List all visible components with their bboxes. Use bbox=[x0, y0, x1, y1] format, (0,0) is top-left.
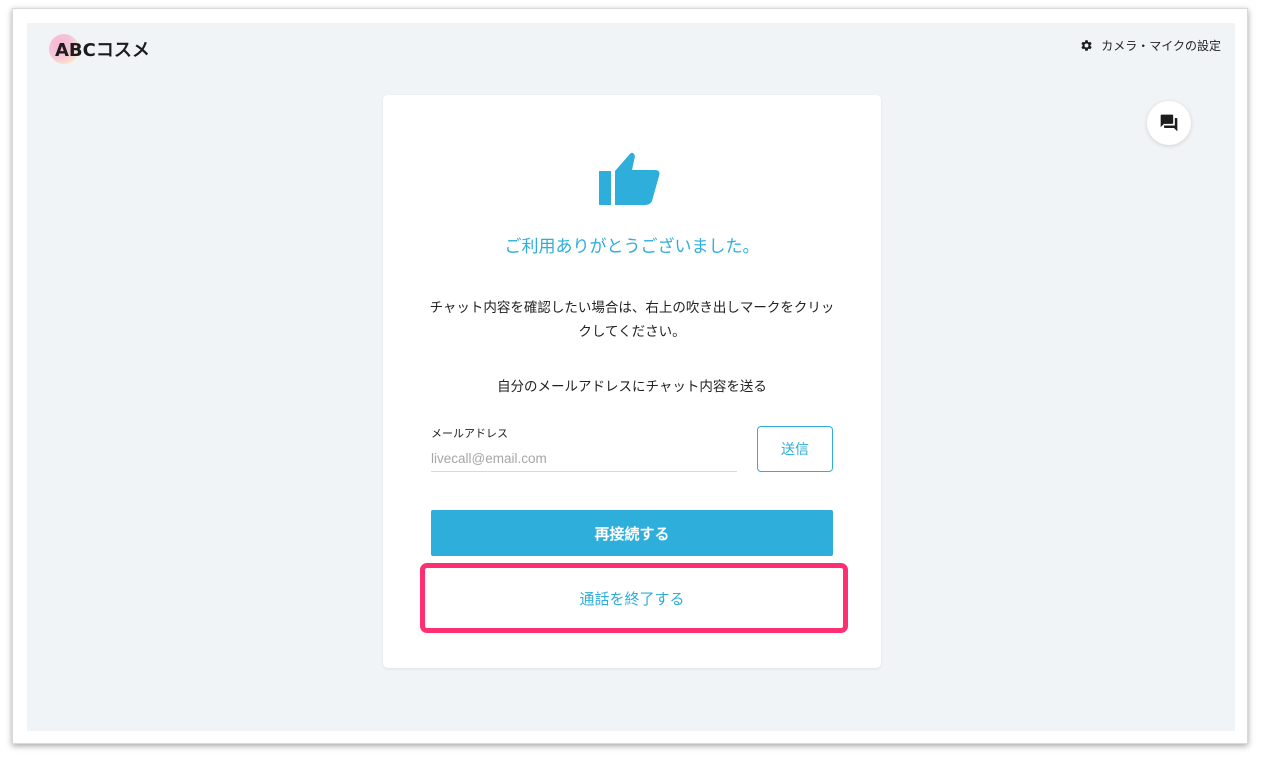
chat-bubbles-icon bbox=[1160, 114, 1178, 132]
email-label: メールアドレス bbox=[431, 427, 508, 440]
gear-icon bbox=[1081, 40, 1092, 51]
end-call-button[interactable]: 通話を終了する bbox=[431, 575, 833, 621]
settings-label: カメラ・マイクの設定 bbox=[1101, 39, 1221, 53]
camera-mic-settings-link[interactable]: カメラ・マイクの設定 bbox=[1080, 37, 1221, 54]
logo-text: ABCコスメ bbox=[55, 40, 150, 61]
send-button[interactable]: 送信 bbox=[757, 426, 833, 472]
thumbs-up-icon bbox=[593, 145, 665, 215]
email-input[interactable] bbox=[431, 445, 737, 472]
chat-confirm-description: チャット内容を確認したい場合は、右上の吹き出しマークをクリックしてください。 bbox=[429, 300, 835, 340]
browser-window: ABCコスメ カメラ・マイクの設定 ご利用ありがとうございました。 チャット内容… bbox=[12, 8, 1248, 744]
logo: ABCコスメ bbox=[49, 34, 150, 64]
thanks-message: ご利用ありがとうございました。 bbox=[504, 237, 760, 257]
page: ABCコスメ カメラ・マイクの設定 ご利用ありがとうございました。 チャット内容… bbox=[27, 23, 1235, 731]
chat-history-button[interactable] bbox=[1147, 101, 1191, 145]
send-chat-title: 自分のメールアドレスにチャット内容を送る bbox=[497, 379, 767, 395]
reconnect-button[interactable]: 再接続する bbox=[431, 510, 833, 556]
call-ended-card: ご利用ありがとうございました。 チャット内容を確認したい場合は、右上の吹き出しマ… bbox=[383, 95, 881, 668]
